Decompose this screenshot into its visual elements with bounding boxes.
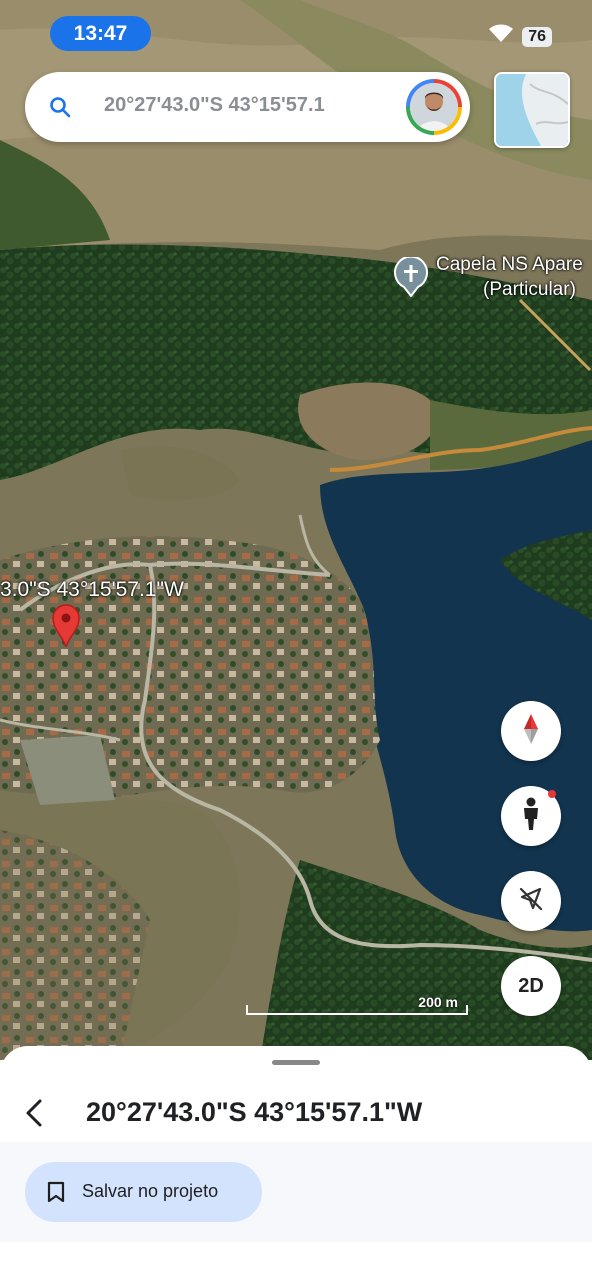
red-location-pin-icon[interactable]	[52, 604, 80, 653]
save-to-project-button[interactable]: Salvar no projeto	[25, 1162, 262, 1222]
scale-line	[246, 1005, 468, 1015]
status-time: 13:47	[50, 16, 151, 51]
sheet-drag-handle[interactable]	[272, 1060, 320, 1065]
map-scale: 200 m	[246, 994, 468, 1018]
notification-dot	[548, 790, 556, 798]
battery-indicator: 76	[522, 26, 552, 47]
view-mode-toggle[interactable]: 2D	[501, 956, 561, 1016]
search-query[interactable]: 20°27'43.0"S 43°15'57.1	[104, 94, 396, 117]
street-view-person-icon	[520, 797, 542, 836]
search-icon[interactable]	[49, 96, 71, 123]
back-arrow-icon[interactable]	[20, 1098, 50, 1128]
bottom-sheet[interactable]: 20°27'43.0"S 43°15'57.1"W Salvar no proj…	[0, 1046, 592, 1280]
location-off-icon	[517, 885, 545, 918]
map-layers-button[interactable]	[494, 72, 570, 148]
street-view-button[interactable]	[501, 786, 561, 846]
place-label-type: (Particular)	[483, 279, 576, 300]
scale-label: 200 m	[418, 994, 458, 1010]
my-location-button[interactable]	[501, 871, 561, 931]
location-title: 20°27'43.0"S 43°15'57.1"W	[86, 1097, 423, 1127]
pin-coordinate-label: 3.0"S 43°15'57.1"W	[0, 578, 184, 601]
place-label[interactable]: Capela NS Apare (Particular)	[436, 252, 583, 302]
avatar-photo	[410, 83, 458, 131]
save-to-project-label: Salvar no projeto	[82, 1181, 219, 1201]
place-label-name: Capela NS Apare	[436, 254, 583, 275]
wifi-icon	[488, 24, 514, 49]
profile-avatar[interactable]	[406, 79, 462, 135]
bookmark-icon	[47, 1181, 65, 1208]
compass-icon	[520, 713, 542, 750]
cross-pin-icon[interactable]	[393, 255, 429, 302]
status-icons: 76	[488, 24, 552, 49]
compass-button[interactable]	[501, 701, 561, 761]
search-bar[interactable]: 20°27'43.0"S 43°15'57.1	[25, 72, 470, 142]
